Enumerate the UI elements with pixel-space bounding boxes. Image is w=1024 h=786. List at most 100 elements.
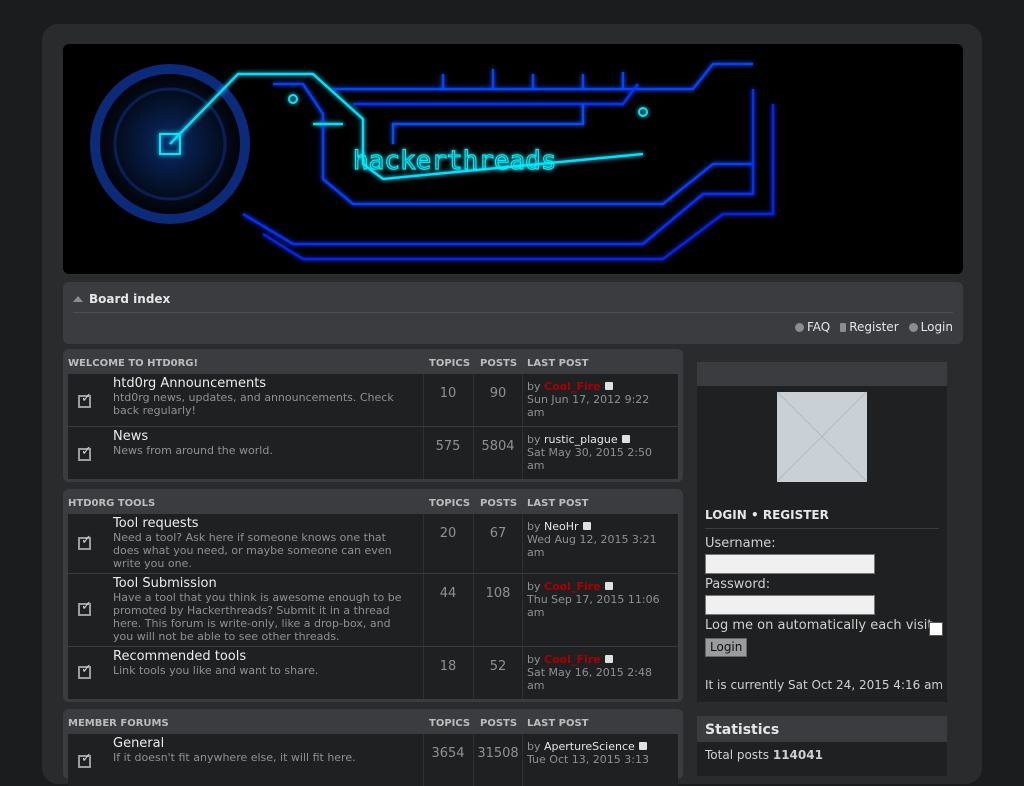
last-post-date: Sat May 16, 2015 2:48 am — [527, 666, 652, 692]
col-last-post-header: LAST POST — [527, 358, 589, 369]
view-latest-post-icon[interactable] — [621, 435, 630, 443]
forum-row: Tool requests Need a tool? Ask here if s… — [68, 513, 678, 573]
col-topics-header: TOPICS — [429, 498, 471, 509]
total-posts-value: 114041 — [772, 748, 823, 762]
column-divider — [522, 427, 523, 479]
last-post-author: by rustic_plague — [527, 433, 630, 446]
last-post: by ApertureScience Tue Oct 13, 2015 3:13 — [527, 740, 667, 766]
forum-name[interactable]: htd0rg Announcements — [113, 376, 266, 391]
sidebar-header — [697, 362, 947, 386]
home-icon — [73, 296, 83, 302]
last-post-author: by NeoHr — [527, 520, 591, 533]
topics-count: 20 — [439, 526, 457, 541]
column-divider — [522, 514, 523, 573]
navbar-divider — [73, 312, 953, 313]
banner-circuit-logo: hackerthreads — [90, 62, 775, 261]
forum-description: Link tools you like and want to share. — [113, 664, 319, 677]
category-title[interactable]: WELCOME TO HTD0RG! — [68, 358, 198, 369]
forum-row: General If it doesn't fit anywhere else,… — [68, 733, 678, 786]
view-latest-post-icon[interactable] — [604, 655, 613, 663]
column-divider — [473, 574, 474, 646]
forum-category-member: MEMBER FORUMS TOPICS POSTS LAST POST Gen… — [63, 709, 683, 786]
view-latest-post-icon[interactable] — [604, 582, 613, 590]
forum-description: Have a tool that you think is awesome en… — [113, 591, 402, 643]
login-link[interactable]: Login — [908, 320, 953, 334]
category-header: HTD0RG TOOLS TOPICS POSTS LAST POST — [63, 489, 683, 513]
breadcrumb-board-index[interactable]: Board index — [89, 292, 170, 306]
statistics-panel: Statistics Total posts 114041 — [697, 716, 947, 776]
forum-description: News from around the world. — [113, 444, 273, 457]
category-title[interactable]: HTD0RG TOOLS — [68, 498, 155, 509]
posts-count: 67 — [489, 526, 507, 541]
forum-description: htd0rg news, updates, and announcements.… — [113, 391, 394, 417]
register-link[interactable]: Register — [840, 320, 899, 334]
last-post: by Cool_Fire Thu Sep 17, 2015 11:06 am — [527, 580, 667, 619]
author-link[interactable]: Cool_Fire — [544, 580, 601, 593]
login-button[interactable]: Login — [705, 638, 748, 657]
col-posts-header: POSTS — [480, 718, 518, 729]
last-post-date: Wed Aug 12, 2015 3:21 am — [527, 533, 657, 559]
faq-link[interactable]: FAQ — [794, 320, 831, 334]
login-icon — [908, 322, 918, 332]
remember-me-checkbox[interactable] — [929, 622, 943, 636]
view-latest-post-icon[interactable] — [638, 742, 647, 750]
faq-icon — [794, 322, 804, 332]
forum-name[interactable]: Recommended tools — [113, 649, 246, 664]
login-sidebar: LOGIN • REGISTER Username: Password: Log… — [697, 362, 947, 702]
faq-label: FAQ — [806, 320, 831, 334]
author-link[interactable]: rustic_plague — [544, 433, 618, 446]
forum-row: htd0rg Announcements htd0rg news, update… — [68, 373, 678, 426]
category-header: WELCOME TO HTD0RG! TOPICS POSTS LAST POS… — [63, 349, 683, 373]
forum-row: Recommended tools Link tools you like an… — [68, 646, 678, 699]
topics-count: 18 — [439, 659, 457, 674]
posts-count: 31508 — [477, 746, 519, 761]
remember-me-label: Log me on automatically each visit — [705, 618, 933, 633]
topics-count: 44 — [439, 586, 457, 601]
view-latest-post-icon[interactable] — [604, 382, 613, 390]
login-heading-link[interactable]: LOGIN — [705, 508, 747, 522]
category-title[interactable]: MEMBER FORUMS — [68, 718, 169, 729]
last-post: by Cool_Fire Sun Jun 17, 2012 9:22 am — [527, 380, 667, 419]
col-last-post-header: LAST POST — [527, 498, 589, 509]
last-post-author: by Cool_Fire — [527, 380, 613, 393]
total-posts-label: Total posts — [705, 748, 770, 762]
heading-bullet: • — [750, 508, 759, 522]
forum-category-welcome: WELCOME TO HTD0RG! TOPICS POSTS LAST POS… — [63, 349, 683, 482]
last-post-author: by Cool_Fire — [527, 580, 613, 593]
forum-name[interactable]: Tool Submission — [113, 576, 217, 591]
register-label: Register — [849, 320, 899, 334]
col-topics-header: TOPICS — [429, 718, 471, 729]
column-divider — [522, 574, 523, 646]
last-post: by rustic_plague Sat May 30, 2015 2:50 a… — [527, 433, 667, 472]
posts-count: 108 — [485, 586, 511, 601]
username-field[interactable] — [705, 554, 875, 574]
author-link[interactable]: Cool_Fire — [544, 653, 601, 666]
forum-name[interactable]: General — [113, 736, 164, 751]
password-field[interactable] — [705, 595, 875, 615]
register-icon — [840, 322, 847, 332]
user-nav: FAQ Register Login — [794, 320, 953, 334]
current-time: It is currently Sat Oct 24, 2015 4:16 am — [705, 678, 944, 692]
topics-count: 10 — [439, 386, 457, 401]
view-latest-post-icon[interactable] — [582, 522, 591, 530]
banner-title: hackerthreads — [353, 146, 557, 176]
statistics-title: Statistics — [697, 716, 947, 742]
posts-count: 90 — [489, 386, 507, 401]
category-header: MEMBER FORUMS TOPICS POSTS LAST POST — [63, 709, 683, 733]
register-heading-link[interactable]: REGISTER — [763, 508, 829, 522]
forum-name[interactable]: News — [113, 429, 148, 444]
forum-name[interactable]: Tool requests — [113, 516, 199, 531]
author-link[interactable]: ApertureScience — [544, 740, 635, 753]
author-link[interactable]: NeoHr — [544, 520, 579, 533]
column-divider — [522, 374, 523, 426]
last-post-date: Sat May 30, 2015 2:50 am — [527, 446, 652, 472]
column-divider — [522, 647, 523, 699]
breadcrumb[interactable]: Board index — [73, 292, 170, 306]
last-post: by NeoHr Wed Aug 12, 2015 3:21 am — [527, 520, 667, 559]
author-link[interactable]: Cool_Fire — [544, 380, 601, 393]
password-label: Password: — [705, 577, 771, 592]
site-banner[interactable]: hackerthreads — [63, 44, 963, 274]
forum-read-icon — [78, 533, 96, 552]
last-post-author: by ApertureScience — [527, 740, 647, 753]
last-post: by Cool_Fire Sat May 16, 2015 2:48 am — [527, 653, 667, 692]
